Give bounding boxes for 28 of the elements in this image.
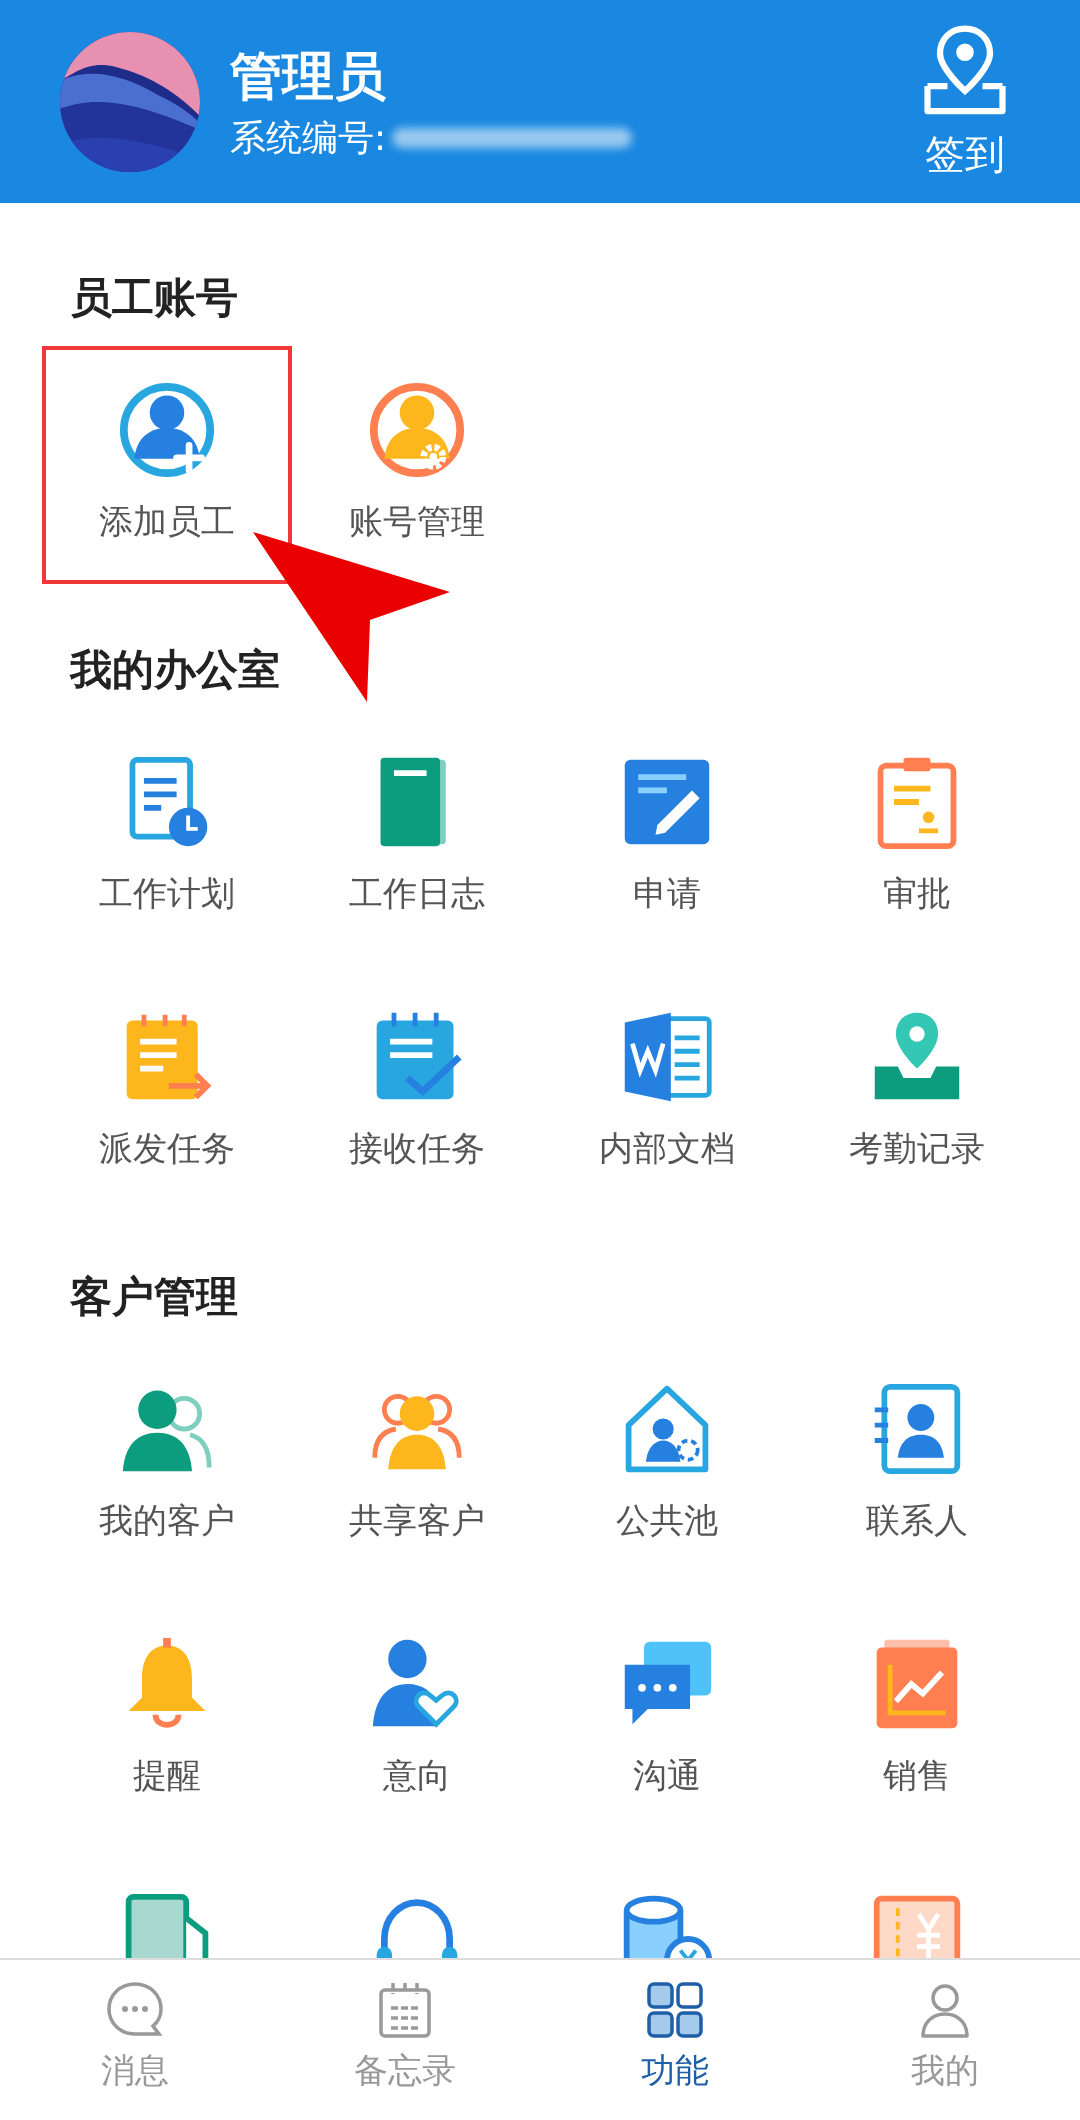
feature-button[interactable]: 意向 — [292, 1636, 542, 1798]
feature-button[interactable]: 申请 — [542, 754, 792, 916]
section-heading: 我的办公室 — [70, 644, 281, 696]
nav-tab[interactable]: 功能 — [540, 1960, 810, 2120]
section-heading: 员工账号 — [70, 272, 239, 324]
feature-button[interactable]: 共享客户 — [292, 1381, 542, 1543]
feature-button[interactable]: 工作计划 — [42, 754, 292, 916]
feature-button[interactable]: 审批 — [792, 754, 1042, 916]
feature-button[interactable]: 内部文档 — [542, 1009, 792, 1171]
feature-button[interactable]: 沟通 — [542, 1636, 792, 1798]
feature-button[interactable]: 考勤记录 — [792, 1009, 1042, 1171]
id-label: 系统编号: — [230, 115, 387, 160]
feature-button[interactable]: 联系人 — [792, 1381, 1042, 1543]
feature-button[interactable]: 添加员工 — [42, 346, 292, 584]
feature-button[interactable]: 账号管理 — [292, 382, 542, 544]
feature-button[interactable]: 工作日志 — [292, 754, 542, 916]
add-person-icon — [119, 382, 215, 478]
feature-button[interactable]: 派发任务 — [42, 1009, 292, 1171]
feature-button[interactable]: 公共池 — [542, 1381, 792, 1543]
check-in-button[interactable]: 签到 — [890, 11, 1040, 192]
person-gear-icon — [369, 382, 465, 478]
feature-button[interactable]: 销售 — [792, 1636, 1042, 1798]
section-heading: 客户管理 — [70, 1271, 239, 1323]
feature-button[interactable]: 接收任务 — [292, 1009, 542, 1171]
feature-button[interactable]: 我的客户 — [42, 1381, 292, 1543]
user-name: 管理员 — [230, 44, 387, 108]
feature-button[interactable]: 提醒 — [42, 1636, 292, 1798]
grid-icon — [645, 1980, 705, 2040]
